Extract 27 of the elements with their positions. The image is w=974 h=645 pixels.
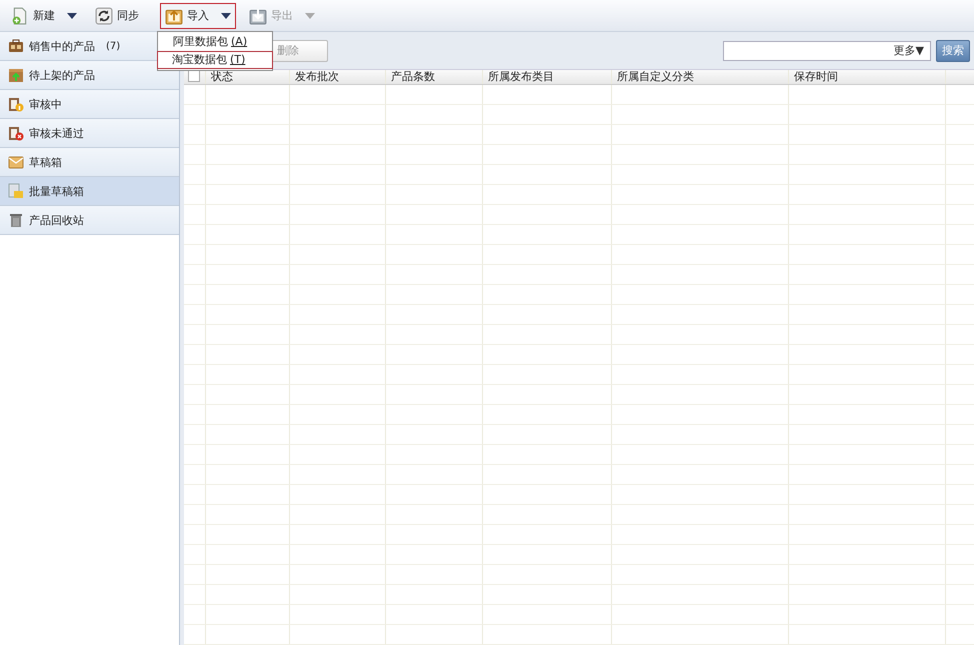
refresh-icon: [95, 6, 113, 24]
checkbox[interactable]: [188, 70, 200, 82]
document-plus-icon: [11, 6, 29, 24]
sidebar-item[interactable]: 草稿箱: [0, 148, 179, 177]
search-field[interactable]: 更多▼: [723, 40, 931, 60]
clipboard-info-icon: [8, 96, 24, 112]
column-header[interactable]: 发布批次: [290, 70, 386, 84]
more-dropdown[interactable]: 更多▼: [888, 43, 930, 58]
sync-button[interactable]: 同步: [90, 2, 144, 28]
import-button[interactable]: 导入: [160, 2, 236, 28]
envelope-icon: [8, 154, 24, 170]
menu-item[interactable]: 淘宝数据包 (T): [157, 51, 273, 69]
box-arrow-up-icon: [8, 67, 24, 83]
sidebar-item[interactable]: 批量草稿箱: [0, 177, 179, 206]
column-header[interactable]: 所属发布类目: [483, 70, 612, 84]
sidebar-item[interactable]: 产品回收站: [0, 206, 179, 235]
clipboard-folder-icon: [8, 183, 24, 199]
column-header[interactable]: 产品条数: [386, 70, 483, 84]
trash-icon: [8, 212, 24, 228]
clipboard-error-icon: [8, 125, 24, 141]
new-button[interactable]: 新建: [6, 2, 82, 28]
column-header[interactable]: 保存时间: [789, 70, 946, 84]
column-header[interactable]: 所属自定义分类: [612, 70, 789, 84]
briefcase-icon: [8, 38, 24, 54]
sidebar-item[interactable]: 审核未通过: [0, 119, 179, 148]
sidebar-item[interactable]: 审核中: [0, 90, 179, 119]
tray-download-icon: [249, 6, 267, 24]
